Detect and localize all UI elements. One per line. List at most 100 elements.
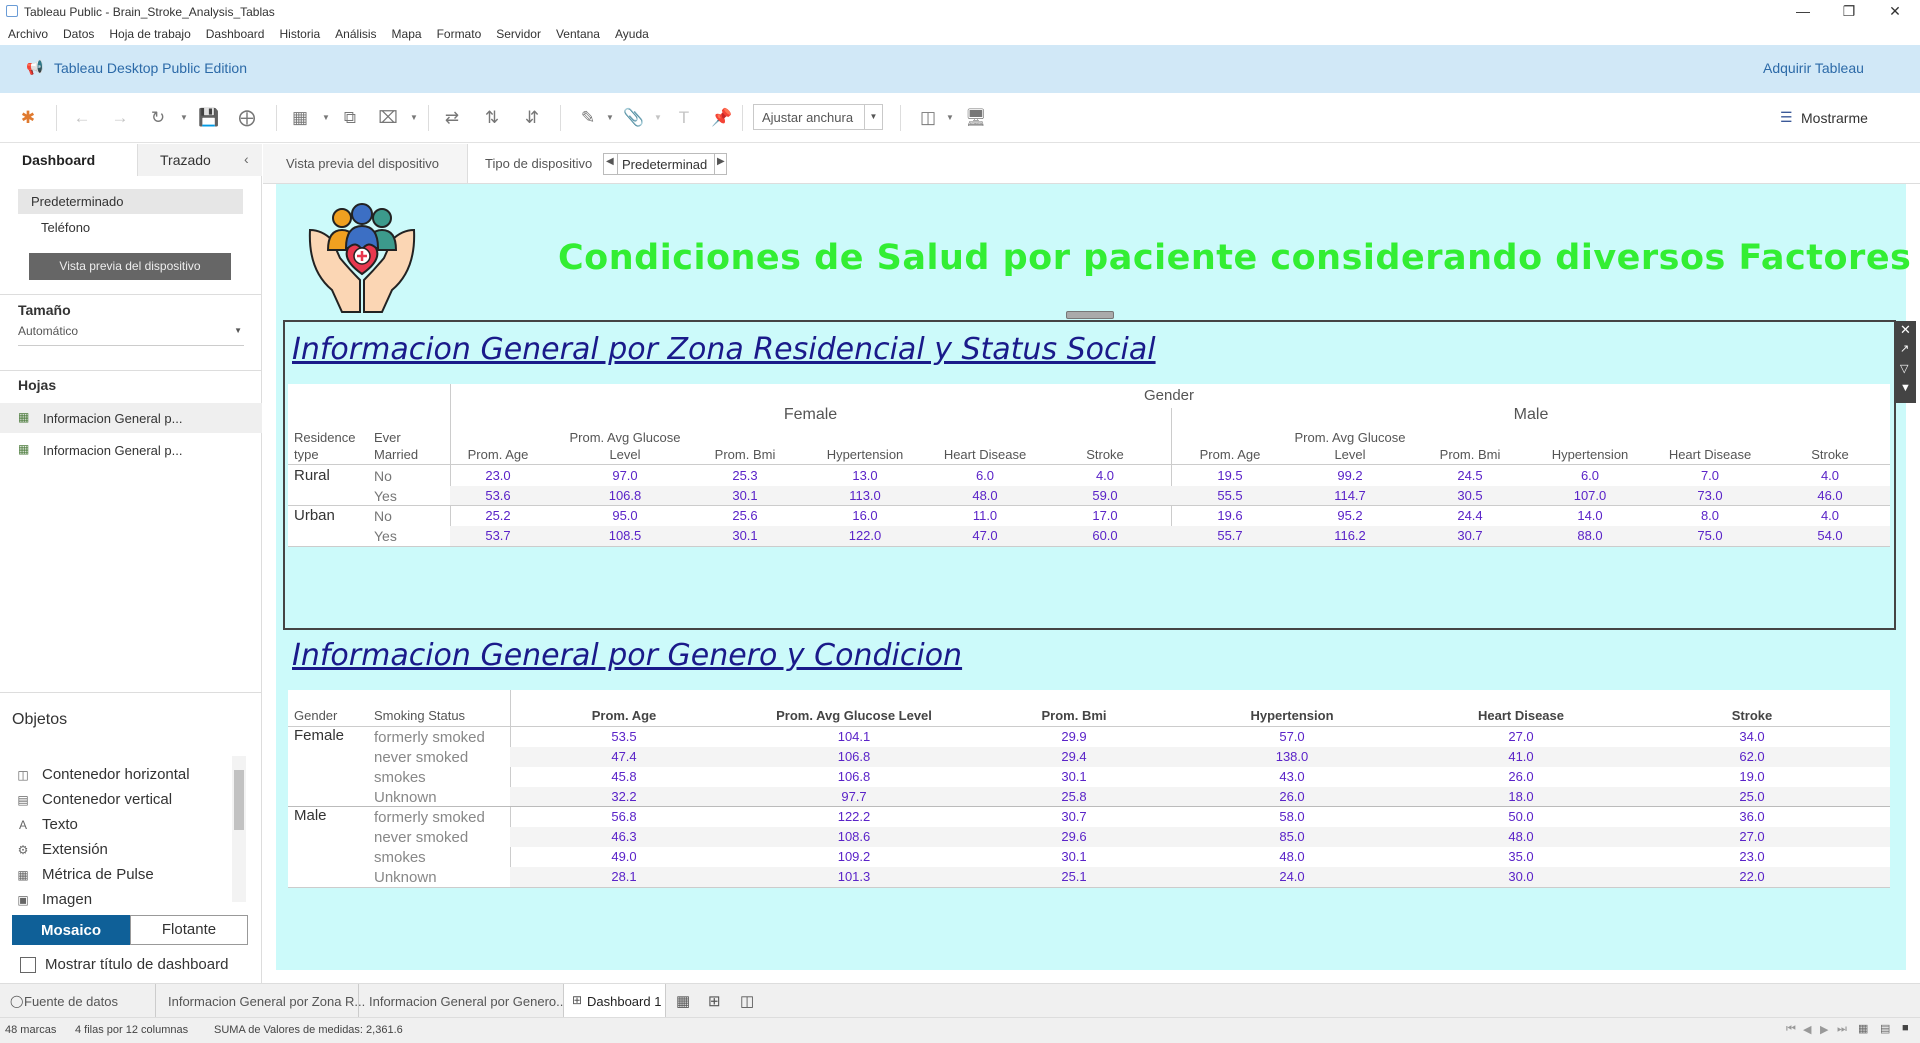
menu-item[interactable]: Historia <box>279 27 320 41</box>
sort-ascending-icon[interactable]: ⇅ <box>480 107 504 129</box>
residence-type-cell: Urban <box>294 507 335 524</box>
minimize-icon[interactable]: — <box>1780 0 1826 24</box>
show-title-checkbox[interactable] <box>20 957 36 973</box>
menu-item[interactable]: Ayuda <box>615 27 649 41</box>
highlight-icon[interactable]: ✎ <box>576 107 600 129</box>
female-measure-header: Heart Disease <box>943 447 1027 462</box>
more-options-icon[interactable]: ▼ <box>1900 382 1911 394</box>
grid-view-icon[interactable]: ▦ <box>1858 1022 1868 1035</box>
menu-item[interactable]: Ventana <box>556 27 600 41</box>
close-icon[interactable]: ✕ <box>1872 0 1918 24</box>
object-item[interactable]: ▣ Imagen <box>14 887 234 912</box>
sheet-item[interactable]: ▦ Informacion General p... <box>0 435 262 465</box>
redo-icon[interactable]: → <box>108 107 132 129</box>
fit-dropdown[interactable]: Ajustar anchura ▼ <box>753 104 883 130</box>
filter-icon[interactable]: ▽ <box>1900 362 1908 375</box>
device-preview-button[interactable]: Vista previa del dispositivo <box>29 253 231 280</box>
replay-dropdown-icon[interactable]: ▼ <box>180 107 188 129</box>
next-page-icon[interactable]: ▶ <box>1820 1023 1828 1036</box>
tableau-logo-icon[interactable]: ✱ <box>16 107 40 129</box>
undo-icon[interactable]: ← <box>70 107 94 129</box>
clear-sheet-icon[interactable]: ⌧ <box>376 107 400 129</box>
tiled-toggle[interactable]: Mosaico <box>12 915 130 945</box>
tab-dashboard[interactable]: Dashboard <box>0 144 138 176</box>
labels-icon[interactable]: T <box>672 107 696 129</box>
menu-item[interactable]: Análisis <box>335 27 376 41</box>
resize-handle[interactable] <box>1066 311 1114 319</box>
object-item[interactable]: ▤ Contenedor vertical <box>14 787 234 812</box>
sheet-item[interactable]: ▦ Informacion General p... <box>0 403 262 433</box>
tableau-app-icon <box>6 5 18 17</box>
chevron-left-icon[interactable]: ◀ <box>606 156 614 167</box>
presentation-mode-icon[interactable]: 🖥 <box>964 107 988 129</box>
new-worksheet-icon[interactable]: ▦ <box>676 992 690 1010</box>
smoking-status-cell: Unknown <box>374 789 437 806</box>
value-cell: 34.0 <box>1739 729 1765 744</box>
floating-toggle[interactable]: Flotante <box>130 915 248 945</box>
horizontal-container-icon: ◫ <box>17 768 29 782</box>
menu-item[interactable]: Hoja de trabajo <box>109 27 190 41</box>
new-datasource-icon[interactable]: ⨁ <box>235 107 259 129</box>
group-icon[interactable]: 📎 <box>622 107 646 129</box>
save-icon[interactable]: 💾 <box>197 107 221 129</box>
size-dropdown[interactable]: Automático ▼ <box>18 324 244 346</box>
scrollbar-thumb[interactable] <box>234 770 244 830</box>
menu-item[interactable]: Mapa <box>392 27 422 41</box>
value-cell: 57.0 <box>1279 729 1305 744</box>
duplicate-sheet-icon[interactable]: ⧉ <box>338 107 362 129</box>
object-item[interactable]: ▦ Métrica de Pulse <box>14 862 234 887</box>
replay-icon[interactable]: ↻ <box>146 107 170 129</box>
window-titlebar: Tableau Public - Brain_Stroke_Analysis_T… <box>0 0 1920 24</box>
datasource-icon: ◯ <box>10 994 24 1008</box>
first-page-icon[interactable]: ⏮ <box>1786 1023 1796 1036</box>
restore-icon[interactable]: ❐ <box>1826 0 1872 24</box>
swap-rows-columns-icon[interactable]: ⇄ <box>440 107 464 129</box>
last-page-icon[interactable]: ⏭ <box>1837 1023 1847 1036</box>
objects-scrollbar[interactable] <box>232 756 246 902</box>
highlight-dropdown-icon[interactable]: ▼ <box>606 107 614 129</box>
sheet2-crosstab[interactable]: Gender Smoking Status Prom. Age Prom. Avg… <box>288 690 1890 888</box>
tab-sheet1[interactable]: Informacion General por Zona R... <box>168 994 365 1009</box>
new-dashboard-icon[interactable]: ⊞ <box>708 992 721 1010</box>
new-sheet-dropdown-icon[interactable]: ▼ <box>322 107 330 129</box>
show-me-button[interactable]: Mostrarme <box>1801 110 1868 126</box>
female-value-cell: 48.0 <box>972 488 998 503</box>
male-value-cell: 73.0 <box>1697 488 1723 503</box>
pin-icon[interactable]: 📌 <box>710 107 734 129</box>
object-item[interactable]: ⚙ Extensión <box>14 837 234 862</box>
tab-sheet2[interactable]: Informacion General por Genero... <box>369 994 567 1009</box>
device-phone-item[interactable]: Teléfono <box>41 220 90 235</box>
go-to-sheet-icon[interactable]: ↗ <box>1900 342 1909 355</box>
new-story-icon[interactable]: ◫ <box>740 992 754 1010</box>
menu-item[interactable]: Formato <box>437 27 482 41</box>
menu-item[interactable]: Archivo <box>8 27 48 41</box>
device-default-item[interactable]: Predeterminado <box>18 189 243 214</box>
remove-icon[interactable]: ✕ <box>1900 322 1911 338</box>
tab-view-icon[interactable]: ■ <box>1902 1022 1909 1034</box>
clear-dropdown-icon[interactable]: ▼ <box>410 107 418 129</box>
tab-dashboard1[interactable]: ⊞ Dashboard 1 <box>563 984 666 1018</box>
show-cards-dropdown-icon[interactable]: ▼ <box>946 107 954 129</box>
menu-item[interactable]: Datos <box>63 27 94 41</box>
chevron-right-icon[interactable]: ▶ <box>717 156 725 167</box>
show-title-label: Mostrar título de dashboard <box>45 956 229 973</box>
male-measure-header: Stroke <box>1811 447 1849 462</box>
object-item[interactable]: A Texto <box>14 812 234 837</box>
acquire-tableau-link[interactable]: Adquirir Tableau <box>1763 60 1864 76</box>
filmstrip-view-icon[interactable]: ▤ <box>1880 1022 1890 1035</box>
sheet1-crosstab[interactable]: Gender Female Male Residence type Ever M… <box>288 384 1890 547</box>
menu-item[interactable]: Dashboard <box>206 27 265 41</box>
object-item-label: Contenedor vertical <box>42 791 173 808</box>
show-cards-icon[interactable]: ◫ <box>916 107 940 129</box>
male-value-cell: 55.5 <box>1217 488 1243 503</box>
group-dropdown-icon[interactable]: ▼ <box>654 107 662 129</box>
device-type-selector[interactable]: ◀ Predeterminad ▶ <box>603 153 727 175</box>
new-sheet-icon[interactable]: ▦ <box>288 107 312 129</box>
device-preview-tab[interactable]: Vista previa del dispositivo <box>286 156 439 171</box>
collapse-pane-icon[interactable]: ‹ <box>244 151 249 167</box>
sort-descending-icon[interactable]: ⇵ <box>520 107 544 129</box>
object-item[interactable]: ◫ Contenedor horizontal <box>14 762 234 787</box>
menu-item[interactable]: Servidor <box>496 27 541 41</box>
prev-page-icon[interactable]: ◀ <box>1803 1023 1811 1036</box>
tab-datasource[interactable]: Fuente de datos <box>24 994 118 1009</box>
